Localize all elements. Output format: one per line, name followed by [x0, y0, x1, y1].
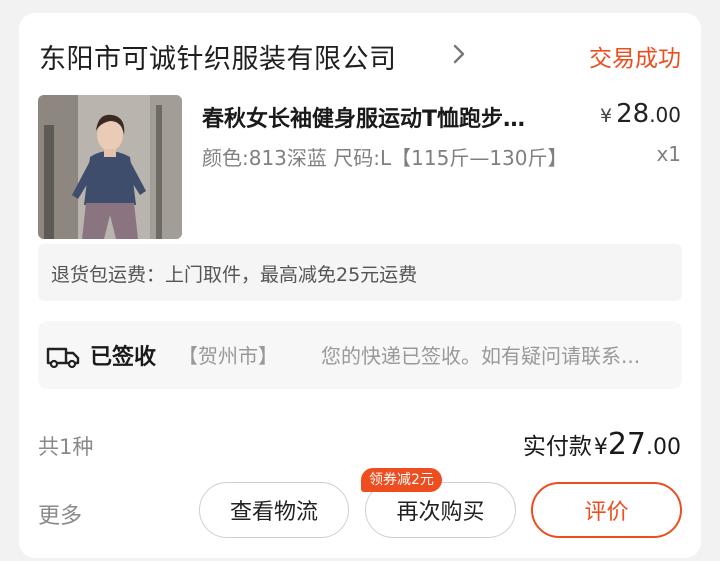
logistics-status: 已签收: [90, 345, 157, 370]
paid-integer: 27: [607, 427, 646, 462]
more-button[interactable]: 更多: [38, 498, 82, 530]
order-status: 交易成功: [589, 46, 681, 72]
logistics-summary[interactable]: 已签收 【贺州市】 您的快递已签收。如有疑问请联系...: [38, 321, 682, 389]
product-image[interactable]: [38, 95, 182, 239]
item-count: 共1种: [38, 435, 94, 459]
logistics-message: 您的快递已签收。如有疑问请联系...: [321, 344, 641, 368]
currency-symbol: ¥: [600, 105, 613, 127]
product-quantity: x1: [656, 142, 681, 166]
amount-paid: 实付款¥27.00: [523, 427, 681, 462]
price-integer: 28: [616, 99, 650, 129]
paid-label: 实付款: [522, 434, 592, 460]
product-price: ¥28.00: [600, 99, 681, 129]
product-spec: 颜色:813深蓝 尺码:L【115斤—130斤】: [202, 146, 568, 170]
paid-decimal: .00: [646, 435, 681, 460]
product-title[interactable]: 春秋女长袖健身服运动T恤跑步…: [202, 101, 592, 133]
logistics-city: 【贺州市】: [178, 344, 278, 368]
shop-name[interactable]: 东阳市可诚针织服装有限公司: [39, 37, 397, 76]
return-shipping-text: 退货包运费：上门取件，最高减免25元运费: [51, 264, 418, 286]
order-card[interactable]: 东阳市可诚针织服装有限公司 交易成功 春秋女长袖健身服运动T恤跑步… ¥28.0…: [19, 13, 701, 558]
paid-currency-symbol: ¥: [593, 435, 608, 460]
return-shipping-banner[interactable]: 退货包运费：上门取件，最高减免25元运费: [38, 244, 682, 301]
truck-icon: [46, 347, 80, 369]
view-logistics-button[interactable]: 查看物流: [199, 482, 349, 538]
chevron-right-icon[interactable]: [449, 43, 469, 65]
price-decimal: .00: [649, 103, 681, 127]
review-button[interactable]: 评价: [531, 482, 682, 538]
coupon-badge: 领券减2元: [361, 468, 442, 492]
shop-header[interactable]: 东阳市可诚针织服装有限公司 交易成功: [39, 35, 681, 75]
